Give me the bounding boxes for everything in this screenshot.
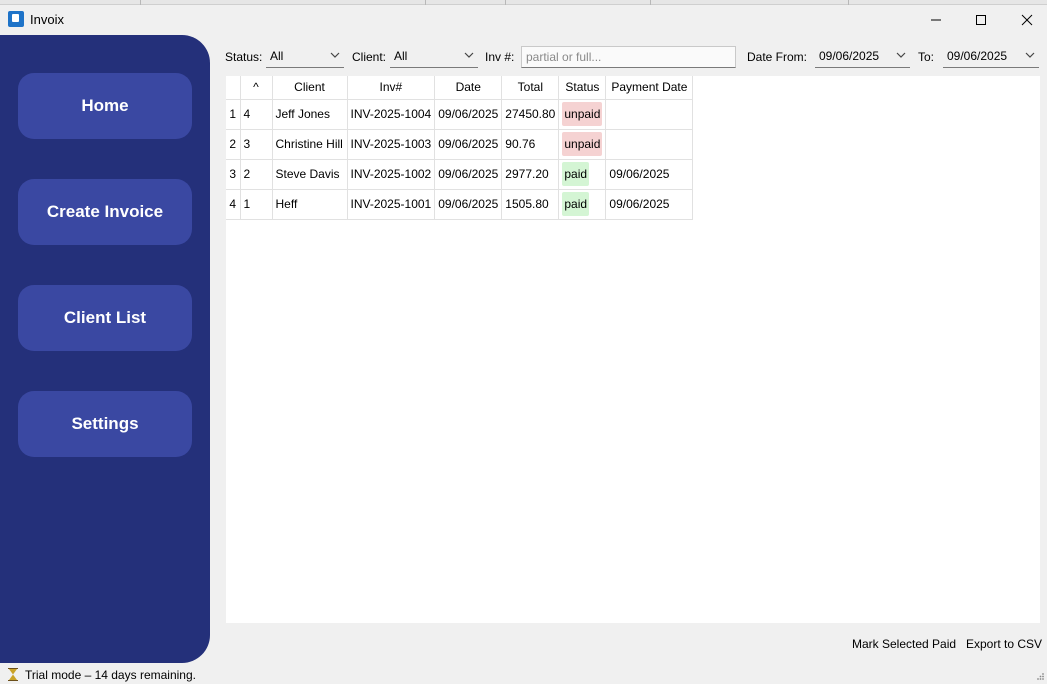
cell-client[interactable]: Heff [272, 189, 348, 220]
close-icon [1021, 14, 1033, 26]
nav-home-button[interactable]: Home [18, 73, 192, 139]
date-from-label: Date From: [747, 50, 808, 64]
column-header-date[interactable]: Date [434, 76, 503, 100]
column-header-total[interactable]: Total [501, 76, 560, 100]
cell-date[interactable]: 09/06/2025 [434, 189, 503, 220]
date-from-value: 09/06/2025 [819, 49, 880, 63]
client-filter-value: All [394, 49, 408, 63]
cell-date[interactable]: 09/06/2025 [434, 159, 503, 190]
export-csv-button[interactable]: Export to CSV [966, 637, 1042, 651]
status-badge: paid [562, 162, 590, 186]
status-badge: paid [562, 192, 590, 216]
column-header-payment-date[interactable]: Payment Date [605, 76, 694, 100]
cell-total[interactable]: 1505.80 [501, 189, 560, 220]
cell-status[interactable]: unpaid [558, 129, 607, 160]
minimize-button[interactable] [913, 5, 959, 35]
hourglass-icon [8, 668, 18, 684]
chevron-down-icon [1025, 52, 1035, 58]
chevron-down-icon [896, 52, 906, 58]
status-bar: Trial mode – 14 days remaining. [0, 668, 1047, 683]
cell-total[interactable]: 2977.20 [501, 159, 560, 190]
column-header-status[interactable]: Status [558, 76, 607, 100]
minimize-icon [931, 19, 941, 21]
cell-payment-date[interactable]: 09/06/2025 [605, 189, 694, 220]
date-to-value: 09/06/2025 [947, 49, 1008, 63]
cell-client[interactable]: Steve Davis [272, 159, 348, 190]
inv-filter-label: Inv #: [485, 50, 515, 64]
cell-inv[interactable]: INV-2025-1001 [347, 189, 436, 220]
column-header-inv[interactable]: Inv# [347, 76, 436, 100]
table-header-row: ^ Client Inv# Date Total Status Payment … [226, 76, 694, 100]
nav-create-invoice-button[interactable]: Create Invoice [18, 179, 192, 245]
cell-payment-date[interactable] [605, 129, 694, 160]
close-button[interactable] [1004, 5, 1047, 35]
invoix-logo-icon [8, 11, 24, 27]
maximize-icon [976, 15, 986, 25]
cell-date[interactable]: 09/06/2025 [434, 99, 503, 130]
invoice-table: ^ Client Inv# Date Total Status Payment … [226, 76, 694, 220]
maximize-button[interactable] [958, 5, 1004, 35]
sidebar: Home Create Invoice Client List Settings [0, 35, 210, 663]
window-title: Invoix [30, 12, 64, 27]
date-to-picker[interactable]: 09/06/2025 [943, 46, 1039, 68]
table-row[interactable]: 1 4 Jeff Jones INV-2025-1004 09/06/2025 … [226, 99, 694, 130]
mark-selected-paid-button[interactable]: Mark Selected Paid [852, 637, 956, 651]
nav-settings-button[interactable]: Settings [18, 391, 192, 457]
table-row[interactable]: 3 2 Steve Davis INV-2025-1002 09/06/2025… [226, 159, 694, 190]
status-badge: unpaid [562, 102, 603, 126]
cell-total[interactable]: 90.76 [501, 129, 560, 160]
trial-status-text: Trial mode – 14 days remaining. [25, 668, 196, 682]
cell-client[interactable]: Christine Hill [272, 129, 348, 160]
cell-inv[interactable]: INV-2025-1003 [347, 129, 436, 160]
chevron-down-icon [330, 52, 340, 58]
cell-id[interactable]: 2 [240, 159, 273, 190]
status-filter-value: All [270, 49, 284, 63]
chevron-down-icon [464, 52, 474, 58]
cell-id[interactable]: 3 [240, 129, 273, 160]
cell-inv[interactable]: INV-2025-1002 [347, 159, 436, 190]
resize-grip-icon[interactable] [1036, 672, 1045, 681]
table-row[interactable]: 2 3 Christine Hill INV-2025-1003 09/06/2… [226, 129, 694, 160]
inv-search-input[interactable]: partial or full... [521, 46, 736, 68]
cell-payment-date[interactable]: 09/06/2025 [605, 159, 694, 190]
status-filter-select[interactable]: All [266, 46, 344, 68]
row-number[interactable]: 1 [226, 99, 241, 130]
column-header-id[interactable]: ^ [240, 76, 273, 100]
column-header-client[interactable]: Client [272, 76, 348, 100]
cell-status[interactable]: paid [558, 159, 607, 190]
date-from-picker[interactable]: 09/06/2025 [815, 46, 910, 68]
filter-bar: Status: All Client: All Inv #: partial o… [225, 46, 1040, 68]
table-row[interactable]: 4 1 Heff INV-2025-1001 09/06/2025 1505.8… [226, 189, 694, 220]
date-to-label: To: [918, 50, 935, 64]
status-filter-label: Status: [225, 50, 263, 64]
cell-payment-date[interactable] [605, 99, 694, 130]
title-bar: Invoix [0, 5, 1047, 35]
cell-total[interactable]: 27450.80 [501, 99, 560, 130]
row-number[interactable]: 2 [226, 129, 241, 160]
client-filter-select[interactable]: All [390, 46, 478, 68]
cell-id[interactable]: 4 [240, 99, 273, 130]
cell-id[interactable]: 1 [240, 189, 273, 220]
row-number-header [226, 76, 241, 100]
cell-status[interactable]: unpaid [558, 99, 607, 130]
invoice-table-area: ^ Client Inv# Date Total Status Payment … [226, 76, 1040, 623]
cell-status[interactable]: paid [558, 189, 607, 220]
nav-client-list-button[interactable]: Client List [18, 285, 192, 351]
cell-inv[interactable]: INV-2025-1004 [347, 99, 436, 130]
cell-date[interactable]: 09/06/2025 [434, 129, 503, 160]
client-filter-label: Client: [352, 50, 387, 64]
row-number[interactable]: 4 [226, 189, 241, 220]
cell-client[interactable]: Jeff Jones [272, 99, 348, 130]
row-number[interactable]: 3 [226, 159, 241, 190]
status-badge: unpaid [562, 132, 603, 156]
